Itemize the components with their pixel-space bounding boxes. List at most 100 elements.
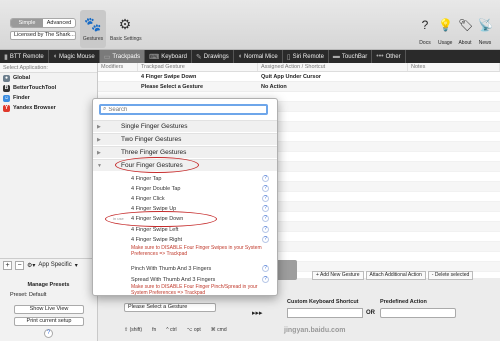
application-list-header: Select Application: — [0, 63, 97, 73]
simple-mode-button[interactable]: Simple — [11, 19, 43, 27]
cmd-modifier[interactable]: ⌘ cmd — [211, 327, 227, 333]
app-item-finder[interactable]: ☺ Finder — [0, 93, 97, 103]
help-icon[interactable]: ? — [262, 276, 269, 284]
column-notes[interactable]: Notes — [408, 63, 500, 71]
search-field[interactable]: ⌕ — [99, 104, 268, 115]
gesture-item[interactable]: Pinch With Thumb And 3 Fingers? — [93, 264, 277, 274]
tab-siri-remote[interactable]: ▯ Siri Remote — [283, 50, 329, 63]
search-icon: ⌕ — [103, 106, 107, 112]
help-icon[interactable]: ? — [262, 265, 269, 273]
help-links: ? Docs 💡 Usage 🏷 About 📡 News — [418, 18, 493, 46]
tab-keyboard[interactable]: ⌨ Keyboard — [145, 50, 192, 63]
gesture-item[interactable]: 4 Finger Tap? — [93, 174, 277, 184]
ctrl-modifier[interactable]: ^ ctrl — [166, 327, 176, 333]
help-icon[interactable]: ? — [262, 195, 269, 203]
gestures-button[interactable]: 🐾 Gestures — [80, 10, 106, 48]
remote-icon: ▮ — [4, 53, 8, 61]
help-icon[interactable]: ? — [262, 226, 269, 234]
modifier-keys: ⇧ (shift) fn ^ ctrl ⌥ opt ⌘ cmd — [124, 327, 227, 333]
tab-magic-mouse[interactable]: ◖ Magic Mouse — [49, 50, 100, 63]
gear-icon[interactable]: ⚙▾ — [27, 262, 35, 269]
category-three-finger[interactable]: ▶ Three Finger Gestures — [93, 146, 277, 158]
gear-icon: ⚙ — [118, 16, 132, 32]
about-button[interactable]: 🏷 About — [458, 18, 474, 46]
more-icon: ••• — [376, 53, 384, 60]
app-item-yandex[interactable]: Y Yandex Browser — [0, 103, 97, 113]
basic-settings-label: Basic Settings — [110, 36, 142, 42]
add-gesture-button[interactable]: + Add New Gesture — [312, 271, 364, 280]
gesture-item[interactable]: 4 Finger Swipe Left? — [93, 225, 277, 235]
help-icon[interactable]: ? — [262, 215, 269, 223]
category-single-finger[interactable]: ▶ Single Finger Gestures — [93, 120, 277, 132]
watermark: jingyan.baidu.com — [284, 327, 346, 334]
table-row[interactable]: 4 Finger Swipe Down Quit App Under Curso… — [98, 72, 500, 82]
chevron-down-icon: ▾ — [74, 262, 78, 269]
mouse-icon: ◖ — [237, 53, 243, 60]
trackpad-icon: ▭ — [103, 53, 111, 61]
column-action[interactable]: Assigned Action / Shortcut — [258, 63, 408, 71]
paw-icon: 🐾 — [84, 16, 102, 32]
help-icon[interactable]: ? — [262, 175, 269, 183]
table-row[interactable]: Please Select a Gesture No Action — [98, 82, 500, 92]
search-input[interactable] — [108, 106, 259, 113]
application-list-pane: Select Application: ● Global B BetterTouch… — [0, 63, 98, 341]
gesture-item[interactable]: 4 Finger Double Tap? — [93, 184, 277, 194]
device-tab-bar: ▮ BTT Remote ◖ Magic Mouse ▭ Trackpads ⌨ Key… — [0, 50, 500, 63]
basic-settings-button[interactable]: ⚙ Basic Settings — [110, 10, 142, 42]
gesture-action-bar: + Add New Gesture Attach Additional Acti… — [312, 271, 500, 280]
help-button[interactable]: ? — [44, 329, 53, 338]
app-item-bettertouchtool[interactable]: B BetterTouchTool — [0, 83, 97, 93]
show-live-view-button[interactable]: Show Live View — [14, 305, 84, 314]
predefined-action-label: Predefined Action — [380, 299, 427, 305]
column-modifiers[interactable]: Modifiers — [98, 63, 138, 71]
tab-drawings[interactable]: ✎ Drawings — [192, 50, 234, 63]
column-gesture[interactable]: Trackpad Gesture — [138, 63, 258, 71]
tab-touchbar[interactable]: ▬ TouchBar — [329, 50, 373, 63]
tab-trackpads[interactable]: ▭ Trackpads — [99, 50, 146, 63]
news-button[interactable]: 📡 News — [478, 18, 493, 46]
tab-btt-remote[interactable]: ▮ BTT Remote — [0, 50, 49, 63]
tab-other[interactable]: ••• Other — [372, 50, 406, 63]
tag-icon: 🏷 — [458, 18, 474, 32]
pinch-warning: Make sure to DISABLE Four Finger Pinch/S… — [131, 284, 258, 296]
attach-action-button[interactable]: Attach Additional Action — [365, 271, 426, 280]
help-icon[interactable]: ? — [262, 185, 269, 193]
mode-segmented-control[interactable]: Simple Advanced — [10, 18, 76, 28]
gesture-select-dropdown[interactable]: Please Select a Gesture — [124, 303, 216, 312]
docs-button[interactable]: ? Docs — [418, 18, 432, 46]
chevron-right-icon: ▶ — [97, 136, 101, 143]
chevron-right-icon: ▶ — [97, 123, 101, 130]
drawing-icon: ✎ — [195, 53, 202, 61]
category-two-finger[interactable]: ▶ Two Finger Gestures — [93, 133, 277, 145]
yandex-icon: Y — [3, 104, 10, 112]
globe-icon: ● — [3, 74, 10, 82]
app-item-global[interactable]: ● Global — [0, 73, 97, 83]
remote-icon: ▯ — [286, 53, 291, 61]
help-icon[interactable]: ? — [262, 205, 269, 213]
shortcut-input[interactable] — [287, 308, 363, 318]
predefined-action-dropdown[interactable] — [380, 308, 456, 318]
remove-app-button[interactable]: − — [15, 260, 24, 270]
shift-modifier[interactable]: ⇧ (shift) — [124, 327, 142, 333]
tab-normal-mice[interactable]: ◖ Normal Mice — [234, 50, 283, 63]
fn-modifier[interactable]: fn — [152, 327, 156, 333]
help-icon[interactable]: ? — [262, 236, 269, 244]
usage-button[interactable]: 💡 Usage — [438, 18, 453, 46]
help-icon: ? — [421, 18, 429, 32]
toolbar: Simple Advanced Licensed by The Shark...… — [0, 0, 500, 50]
highlight-oval — [115, 157, 199, 173]
preset-dropdown[interactable]: Preset: Default — [10, 292, 46, 298]
delete-selected-button[interactable]: - Delete selected — [427, 271, 474, 280]
opt-modifier[interactable]: ⌥ opt — [187, 327, 201, 333]
advanced-mode-button[interactable]: Advanced — [43, 19, 75, 27]
mouse-icon: ◖ — [52, 53, 57, 60]
gesture-item[interactable]: 4 Finger Swipe Right? — [93, 235, 277, 245]
add-app-button[interactable]: + — [3, 260, 12, 270]
gesture-item[interactable]: 4 Finger Click? — [93, 194, 277, 204]
or-label: OR — [366, 310, 375, 316]
print-setup-button[interactable]: Print current setup — [14, 317, 84, 326]
finder-icon: ☺ — [3, 94, 10, 102]
license-label: Licensed by The Shark... — [10, 31, 76, 40]
arrows-icon: ▸▸▸ — [252, 310, 263, 317]
app-specific-dropdown[interactable]: App Specific — [38, 262, 71, 268]
